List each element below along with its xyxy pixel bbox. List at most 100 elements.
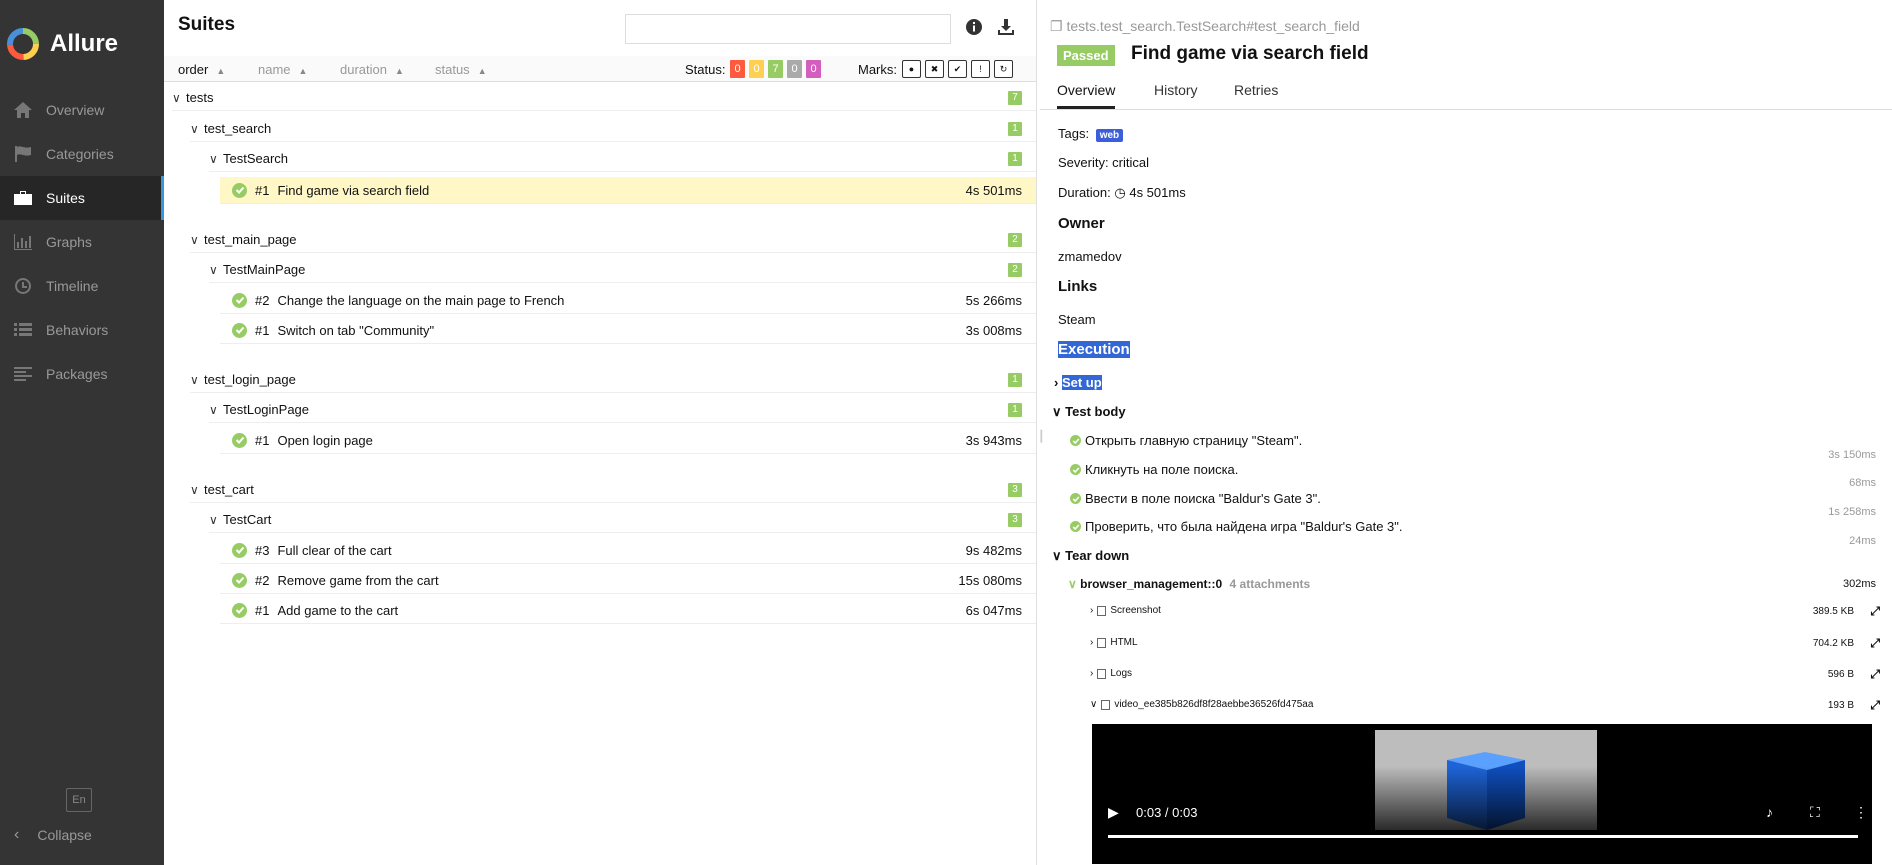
chevron-down-icon: ∨ xyxy=(172,90,181,105)
new-broken-mark-icon[interactable]: ! xyxy=(971,60,990,78)
video-player[interactable]: ▶ 0:03 / 0:03 ♪ ⛶ ⋮ xyxy=(1092,724,1872,864)
passed-check-icon xyxy=(232,542,247,558)
attachment-row[interactable]: ∨ video_ee385b826df8f28aebbe36526fd475aa xyxy=(1090,699,1313,710)
attachment-row[interactable]: › HTML xyxy=(1090,637,1138,648)
test-case-row[interactable]: #1 Open login page 3s 943ms xyxy=(220,427,1036,454)
status-broken-toggle[interactable]: 0 xyxy=(749,60,764,78)
expand-icon[interactable]: ⤢ xyxy=(1870,604,1880,619)
sidebar-item-behaviors[interactable]: Behaviors xyxy=(0,308,164,352)
retries-mark-icon[interactable]: ↻ xyxy=(994,60,1013,78)
teardown-section[interactable]: ∨ Tear down xyxy=(1052,548,1129,564)
step-item[interactable]: Проверить, что была найдена игра "Baldur… xyxy=(1070,519,1403,534)
passed-check-icon xyxy=(232,322,247,338)
test-case-row[interactable]: #2 Remove game from the cart 15s 080ms xyxy=(220,567,1036,594)
test-case-row[interactable]: #1 Add game to the cart 6s 047ms xyxy=(220,597,1036,624)
tab-overview[interactable]: Overview xyxy=(1057,82,1116,109)
pane-divider[interactable] xyxy=(1036,0,1037,865)
briefcase-icon xyxy=(12,189,34,207)
tree-group-testloginpage[interactable]: ∨ TestLoginPage 1 xyxy=(209,397,1036,423)
sort-label: name xyxy=(258,62,291,77)
tab-history[interactable]: History xyxy=(1154,82,1198,106)
sort-name[interactable]: name ▲ xyxy=(258,62,307,77)
chevron-down-icon: ∨ xyxy=(190,232,199,247)
step-item[interactable]: Открыть главную страницу "Steam". xyxy=(1070,433,1302,448)
file-icon xyxy=(1097,668,1107,679)
case-number: #2 xyxy=(255,292,270,308)
info-icon[interactable] xyxy=(965,18,983,36)
tree-group-test-cart[interactable]: ∨ test_cart 3 xyxy=(190,477,1036,503)
attachment-name: Screenshot xyxy=(1110,605,1161,616)
case-number: #3 xyxy=(255,542,270,558)
step-duration: 3s 150ms xyxy=(1828,449,1876,461)
sidebar-item-label: Packages xyxy=(46,366,108,382)
sidebar-item-timeline[interactable]: Timeline xyxy=(0,264,164,308)
fullscreen-icon[interactable]: ⛶ xyxy=(1810,804,1820,821)
test-case-row[interactable]: #1 Find game via search field 4s 501ms xyxy=(220,177,1036,204)
expand-icon[interactable]: ⤢ xyxy=(1870,636,1880,651)
status-skipped-toggle[interactable]: 0 xyxy=(787,60,802,78)
status-unknown-toggle[interactable]: 0 xyxy=(806,60,821,78)
language-button[interactable]: En xyxy=(66,788,92,812)
sidebar-item-overview[interactable]: Overview xyxy=(0,88,164,132)
tree-group-test-login-page[interactable]: ∨ test_login_page 1 xyxy=(190,367,1036,393)
setup-section[interactable]: › Set up xyxy=(1054,375,1102,390)
group-label: test_main_page xyxy=(204,232,297,247)
expand-icon[interactable]: ⤢ xyxy=(1870,667,1880,682)
attachment-row[interactable]: › Logs xyxy=(1090,668,1132,679)
search-input[interactable] xyxy=(625,14,951,44)
steam-link[interactable]: Steam xyxy=(1058,312,1096,327)
fixture-row[interactable]: ∨ browser_management::0 4 attachments xyxy=(1068,577,1310,591)
sort-duration[interactable]: duration ▲ xyxy=(340,62,404,77)
sidebar-item-graphs[interactable]: Graphs xyxy=(0,220,164,264)
attachments-count: 4 attachments xyxy=(1229,577,1311,591)
test-case-row[interactable]: #2 Change the language on the main page … xyxy=(220,287,1036,314)
step-item[interactable]: Кликнуть на поле поиска. xyxy=(1070,462,1238,477)
more-options-icon[interactable]: ⋮ xyxy=(1854,804,1868,821)
test-case-row[interactable]: #3 Full clear of the cart 9s 482ms xyxy=(220,537,1036,564)
sidebar-item-categories[interactable]: Categories xyxy=(0,132,164,176)
test-case-row[interactable]: #1 Switch on tab "Community" 3s 008ms xyxy=(220,317,1036,344)
new-passed-mark-icon[interactable]: ✔ xyxy=(948,60,967,78)
play-icon[interactable]: ▶ xyxy=(1108,804,1119,821)
passed-check-icon xyxy=(1070,521,1081,532)
sidebar-item-suites[interactable]: Suites xyxy=(0,176,164,220)
sort-order[interactable]: order ▲ xyxy=(178,62,225,77)
copy-icon[interactable]: ❐ xyxy=(1050,18,1063,34)
new-failed-mark-icon[interactable]: ✖ xyxy=(925,60,944,78)
sidebar-item-label: Categories xyxy=(46,146,114,162)
sort-status[interactable]: status ▲ xyxy=(435,62,487,77)
brand[interactable]: Allure xyxy=(0,0,164,88)
chevron-down-icon: ∨ xyxy=(209,512,218,527)
sidebar-item-label: Timeline xyxy=(46,278,99,294)
tab-retries[interactable]: Retries xyxy=(1234,82,1278,106)
case-name: Switch on tab "Community" xyxy=(277,322,435,338)
tag-badge[interactable]: web xyxy=(1095,129,1124,142)
expand-icon[interactable]: ⤢ xyxy=(1870,698,1880,713)
volume-icon[interactable]: ♪ xyxy=(1766,804,1773,820)
video-progress-bar[interactable] xyxy=(1108,835,1858,838)
case-duration: 5s 266ms xyxy=(965,292,1022,308)
chevron-down-icon: ∨ xyxy=(190,372,199,387)
tree-group-testsearch[interactable]: ∨ TestSearch 1 xyxy=(209,146,1036,172)
tree-group-tests[interactable]: ∨ tests 7 xyxy=(172,85,1036,111)
test-body-section[interactable]: ∨ Test body xyxy=(1052,404,1126,420)
step-item[interactable]: Ввести в поле поиска "Baldur's Gate 3". xyxy=(1070,491,1321,506)
tree-group-test-search[interactable]: ∨ test_search 1 xyxy=(190,116,1036,142)
download-icon[interactable] xyxy=(997,18,1015,36)
teardown-label: Tear down xyxy=(1065,548,1130,563)
test-detail-pane: ❐ tests.test_search.TestSearch#test_sear… xyxy=(1040,0,1892,865)
count-badge: 1 xyxy=(1008,121,1022,136)
flaky-mark-icon[interactable]: ● xyxy=(902,60,921,78)
passed-check-icon xyxy=(232,432,247,448)
tree-group-testcart[interactable]: ∨ TestCart 3 xyxy=(209,507,1036,533)
status-passed-toggle[interactable]: 7 xyxy=(768,60,783,78)
group-label: test_cart xyxy=(204,482,254,497)
tree-group-testmainpage[interactable]: ∨ TestMainPage 2 xyxy=(209,257,1036,283)
collapse-button[interactable]: ‹ Collapse xyxy=(14,826,92,844)
status-failed-toggle[interactable]: 0 xyxy=(730,60,745,78)
sidebar-item-packages[interactable]: Packages xyxy=(0,352,164,396)
group-label: TestLoginPage xyxy=(223,402,310,417)
attachment-name: video_ee385b826df8f28aebbe36526fd475aa xyxy=(1114,699,1314,710)
attachment-row[interactable]: › Screenshot xyxy=(1090,605,1161,616)
tree-group-test-main-page[interactable]: ∨ test_main_page 2 xyxy=(190,227,1036,253)
